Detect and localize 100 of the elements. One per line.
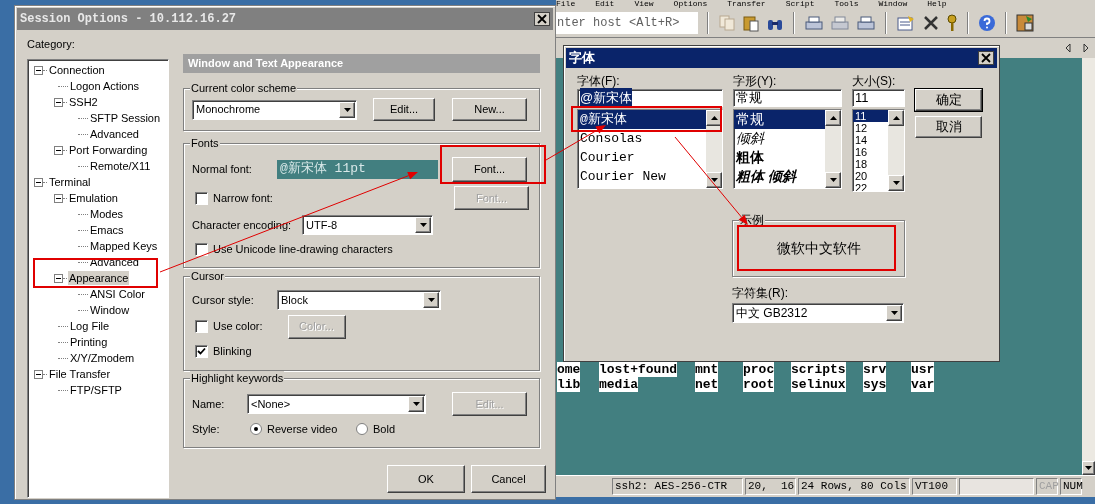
list-item[interactable]: @新宋体 — [578, 110, 706, 129]
dropdown[interactable]: 中文 GB2312 — [732, 303, 904, 323]
menu-item[interactable]: Window — [878, 0, 908, 8]
button[interactable]: 取消 — [915, 116, 982, 138]
radio-label: Reverse video — [267, 421, 338, 437]
checkbox[interactable] — [195, 344, 208, 358]
button[interactable]: Cancel — [471, 465, 546, 493]
input-field[interactable]: 11 — [852, 89, 905, 107]
tree-item[interactable]: ANSI Color — [89, 287, 147, 301]
field-label: 字形(Y): — [733, 74, 778, 88]
tree-item[interactable]: Port Forwarding — [68, 143, 149, 157]
menu-item[interactable]: View — [634, 0, 654, 8]
radio-button[interactable] — [356, 423, 368, 435]
tree-item[interactable]: SSH2 — [68, 95, 99, 109]
expand-toggle[interactable] — [34, 177, 43, 187]
list-item[interactable]: 粗体 倾斜 — [734, 167, 825, 186]
scroll-right-icon[interactable] — [1083, 43, 1089, 53]
terminal-text: media — [599, 377, 638, 392]
expand-toggle[interactable] — [34, 65, 43, 75]
tree-item[interactable]: Modes — [89, 207, 125, 221]
tree-item[interactable]: Printing — [69, 335, 109, 349]
button[interactable]: New... — [452, 98, 527, 121]
expand-toggle[interactable] — [54, 145, 63, 155]
tree-item[interactable]: Emulation — [68, 191, 119, 205]
menu-item[interactable]: File — [556, 0, 576, 8]
checkbox[interactable] — [195, 320, 208, 333]
dropdown[interactable]: UTF-8 — [302, 215, 433, 235]
tree-item[interactable]: FTP/SFTP — [69, 383, 123, 397]
status-pane: VT100 — [912, 478, 957, 495]
dropdown[interactable]: <None> — [247, 394, 426, 414]
tree-item[interactable]: Terminal — [48, 175, 92, 189]
terminal-text: lib — [557, 377, 581, 392]
tree-item[interactable]: File Transfer — [48, 367, 112, 381]
caret-icon — [1085, 466, 1092, 470]
tree-item[interactable]: Emacs — [89, 223, 125, 237]
document-icon[interactable] — [896, 13, 916, 32]
menu-item[interactable]: Options — [673, 0, 708, 8]
tree-item[interactable]: Advanced — [89, 127, 140, 141]
tree-item[interactable]: Window — [89, 303, 131, 317]
close-icon[interactable] — [978, 51, 994, 65]
button[interactable]: Edit... — [373, 98, 435, 121]
caret-icon — [890, 311, 898, 315]
tree-item[interactable]: Remote/X11 — [89, 159, 152, 173]
checkbox[interactable] — [195, 191, 208, 205]
expand-toggle[interactable] — [54, 273, 63, 283]
button[interactable]: Font... — [452, 156, 527, 182]
input-field[interactable]: 常规 — [733, 89, 842, 107]
scrollbar[interactable] — [706, 110, 722, 188]
expand-toggle[interactable] — [54, 193, 63, 203]
terminal-text: proc — [743, 362, 775, 377]
list-item[interactable]: 常规 — [734, 110, 825, 129]
list-item[interactable]: Courier — [578, 148, 706, 167]
expand-toggle[interactable] — [34, 369, 43, 379]
scrollbar[interactable] — [1082, 58, 1095, 475]
printer-icon[interactable] — [804, 13, 824, 32]
input-field[interactable]: @新宋体 — [577, 89, 723, 107]
radio-button[interactable] — [250, 423, 262, 435]
list-box[interactable]: 常规 倾斜 粗体 粗体 倾斜 — [733, 109, 842, 189]
dropdown[interactable]: Monochrome — [192, 99, 357, 120]
list-item[interactable]: 倾斜 — [734, 129, 825, 148]
list-box[interactable]: @新宋体 Consolas Courier Courier New — [577, 109, 723, 189]
tree-item[interactable]: Mapped Keys — [89, 239, 159, 253]
field-label: 字符集(R): — [732, 286, 789, 300]
tree-item[interactable]: Logon Actions — [69, 79, 141, 93]
list-item[interactable]: Consolas — [578, 129, 706, 148]
list-item[interactable]: 18 — [853, 158, 888, 170]
checkbox[interactable] — [195, 242, 208, 256]
menu-item[interactable]: Edit — [595, 0, 615, 8]
button[interactable]: OK — [387, 465, 465, 493]
help-icon[interactable] — [978, 13, 996, 32]
clipboard-icon[interactable] — [742, 13, 760, 32]
picture-icon[interactable] — [1016, 13, 1034, 32]
tree-item[interactable]: X/Y/Zmodem — [69, 351, 136, 365]
printer-icon[interactable] — [856, 13, 876, 32]
list-item[interactable]: 16 — [853, 146, 888, 158]
key-icon[interactable] — [946, 13, 958, 32]
list-item[interactable]: 11 — [853, 110, 888, 122]
menu-item[interactable]: Script — [785, 0, 815, 8]
caret-icon — [343, 107, 351, 112]
list-item[interactable]: 12 — [853, 122, 888, 134]
scrollbar[interactable] — [888, 110, 904, 191]
tools-icon[interactable] — [922, 13, 940, 32]
menu-item[interactable]: Tools — [834, 0, 859, 8]
list-item[interactable]: 14 — [853, 134, 888, 146]
list-item[interactable]: 粗体 — [734, 148, 825, 167]
tree-item[interactable]: Log File — [69, 319, 111, 333]
expand-toggle[interactable] — [54, 97, 63, 107]
scroll-left-icon[interactable] — [1065, 43, 1071, 53]
tree-item[interactable]: SFTP Session — [89, 111, 162, 125]
button[interactable]: 确定 — [915, 89, 982, 111]
menu-item[interactable]: Transfer — [727, 0, 766, 8]
list-item[interactable]: Courier New — [578, 167, 706, 186]
tree-item[interactable]: Appearance — [68, 271, 130, 285]
tree-item[interactable]: Connection — [48, 63, 106, 77]
scrollbar[interactable] — [825, 110, 841, 188]
list-item[interactable]: 20 — [853, 170, 888, 182]
menu-item[interactable]: Help — [927, 0, 947, 8]
host-field[interactable]: nter host <Alt+R> — [556, 11, 698, 34]
close-icon[interactable] — [534, 12, 550, 26]
dropdown[interactable]: Block — [277, 290, 441, 310]
